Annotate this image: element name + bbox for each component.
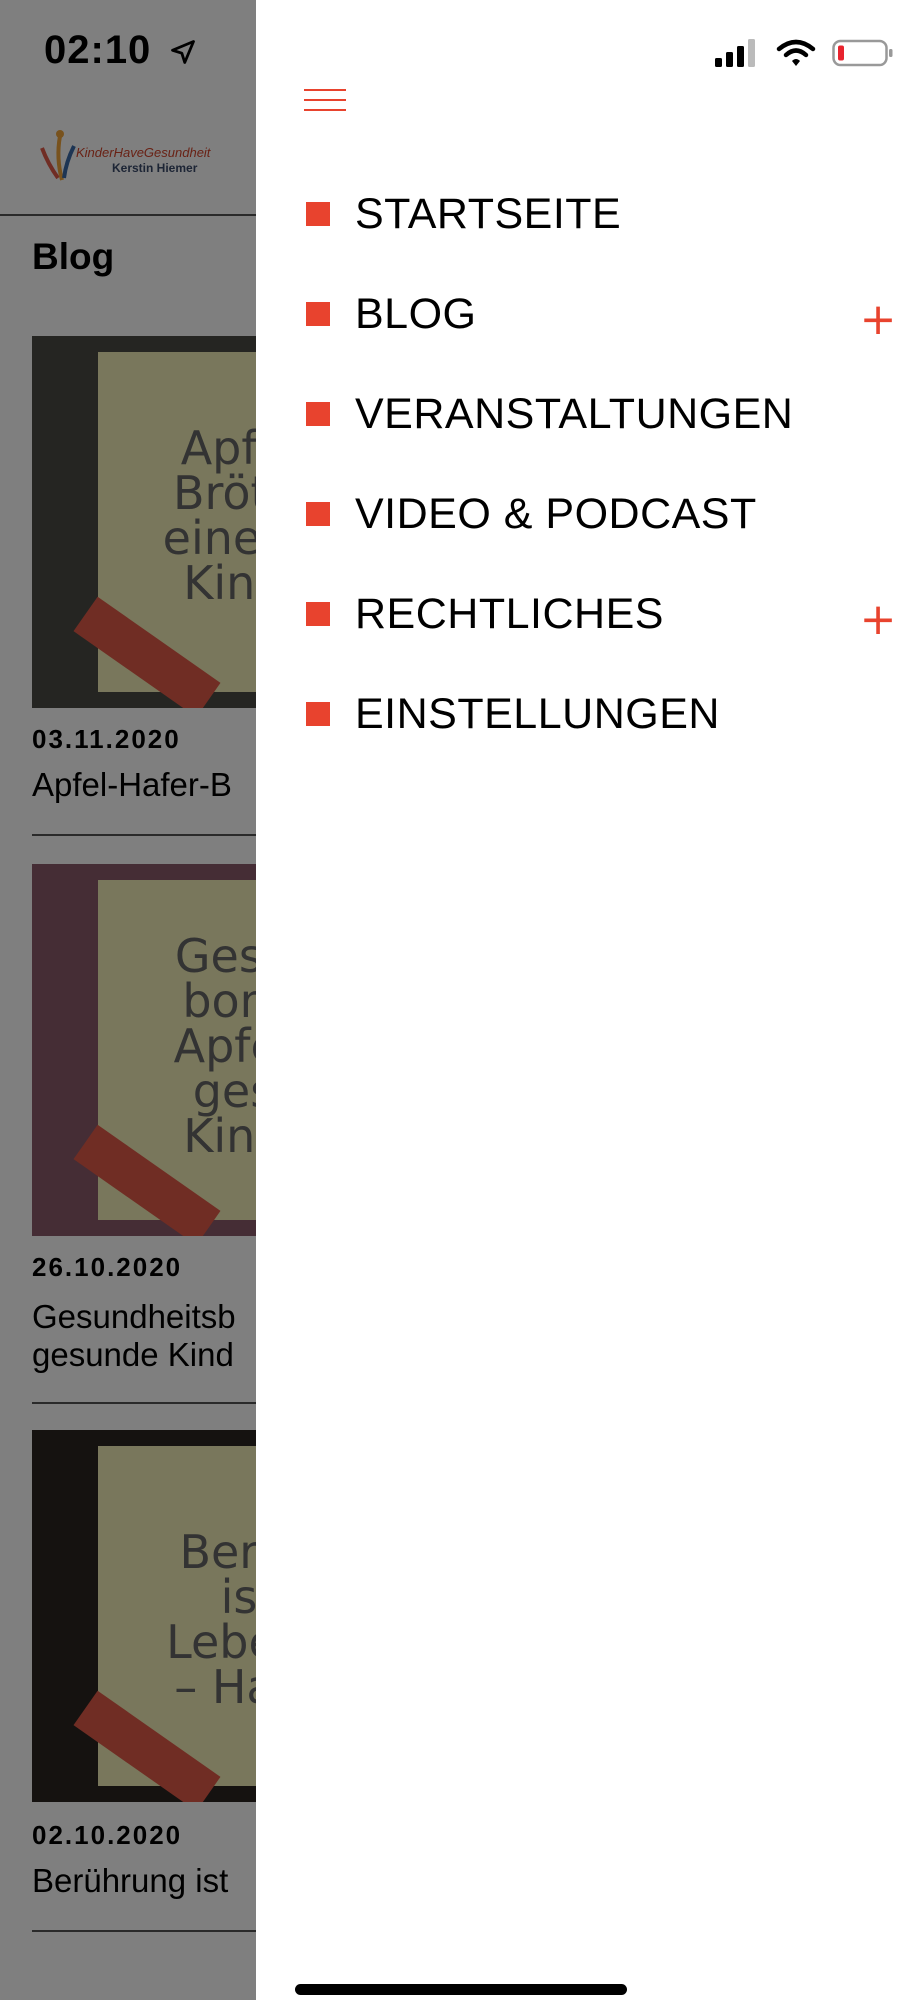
status-icons (715, 38, 894, 73)
nav-item-veranstaltungen[interactable]: VERANSTALTUNGEN (256, 370, 924, 470)
nav-bullet-icon (306, 602, 330, 626)
nav-item-label: BLOG (355, 290, 477, 338)
nav-item-rechtliches[interactable]: RECHTLICHES + (256, 570, 924, 670)
battery-low-icon (832, 39, 893, 67)
nav-item-label: VIDEO & PODCAST (355, 490, 757, 538)
navigation-drawer: STARTSEITE BLOG + VERANSTALTUNGEN VIDEO … (256, 0, 924, 2000)
expand-plus-icon[interactable]: + (856, 598, 900, 642)
expand-plus-icon[interactable]: + (856, 298, 900, 342)
nav-item-video-podcast[interactable]: VIDEO & PODCAST (256, 470, 924, 570)
wifi-icon (776, 39, 815, 66)
hamburger-menu-icon[interactable] (304, 86, 348, 114)
nav-item-einstellungen[interactable]: EINSTELLUNGEN (256, 670, 924, 770)
drawer-nav-list: STARTSEITE BLOG + VERANSTALTUNGEN VIDEO … (256, 170, 924, 770)
nav-item-label: VERANSTALTUNGEN (355, 390, 794, 438)
nav-item-label: RECHTLICHES (355, 590, 664, 638)
nav-bullet-icon (306, 702, 330, 726)
nav-item-blog[interactable]: BLOG + (256, 270, 924, 370)
nav-item-label: EINSTELLUNGEN (355, 690, 720, 738)
nav-bullet-icon (306, 202, 330, 226)
nav-bullet-icon (306, 302, 330, 326)
cellular-signal-icon (715, 39, 756, 67)
nav-bullet-icon (306, 402, 330, 426)
nav-item-label: STARTSEITE (355, 190, 622, 238)
nav-item-startseite[interactable]: STARTSEITE (256, 170, 924, 270)
nav-bullet-icon (306, 502, 330, 526)
home-indicator[interactable] (295, 1984, 627, 1995)
